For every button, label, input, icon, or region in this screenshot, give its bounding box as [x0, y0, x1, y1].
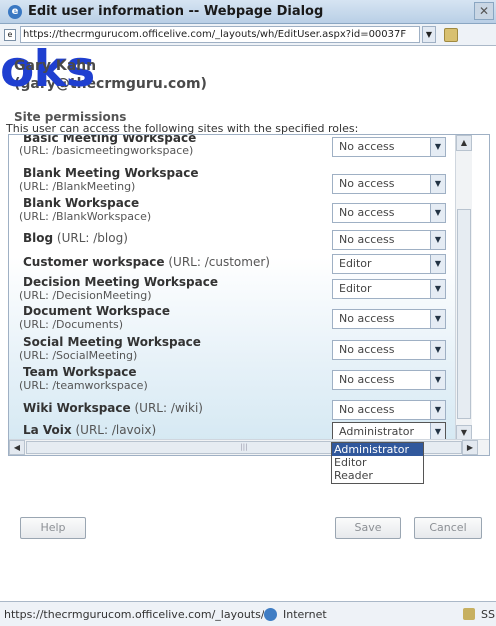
site-name: Decision Meeting Workspace [23, 275, 218, 289]
site-url: (URL: /DecisionMeeting) [19, 289, 152, 302]
role-select[interactable]: No access ▼ [332, 309, 446, 329]
chevron-down-icon[interactable]: ▼ [430, 231, 445, 249]
role-select[interactable]: Editor ▼ [332, 254, 446, 274]
lock-icon[interactable] [444, 27, 458, 42]
role-option[interactable]: Editor [332, 456, 423, 469]
site-url: (URL: /BlankMeeting) [19, 180, 136, 193]
site-permissions-scroll-area: Basic Meeting Workspace (URL: /basicmeet… [9, 135, 472, 441]
site-url: (URL: /wiki) [134, 401, 203, 415]
site-url: (URL: /SocialMeeting) [19, 349, 138, 362]
chevron-down-icon[interactable]: ▼ [430, 138, 445, 156]
role-select[interactable]: Editor ▼ [332, 279, 446, 299]
save-button[interactable]: Save [335, 517, 401, 539]
arrow-up-icon[interactable]: ▲ [456, 135, 472, 151]
chevron-down-icon[interactable]: ▼ [430, 175, 445, 193]
role-select[interactable]: No access ▼ [332, 137, 446, 157]
chevron-down-icon[interactable]: ▼ [422, 26, 436, 43]
site-url: (URL: /BlankWorkspace) [19, 210, 152, 223]
role-select[interactable]: No access ▼ [332, 400, 446, 420]
site-name: Blank Meeting Workspace [23, 166, 199, 180]
site-name: Customer workspace (URL: /customer) [23, 255, 270, 269]
role-select[interactable]: No access ▼ [332, 230, 446, 250]
site-url: (URL: /basicmeetingworkspace) [19, 144, 194, 157]
site-url: (URL: /teamworkspace) [19, 379, 148, 392]
help-button[interactable]: Help [20, 517, 86, 539]
site-name: Blank Workspace [23, 196, 140, 210]
arrow-right-icon[interactable]: ▶ [462, 440, 478, 455]
window-title: Edit user information -- Webpage Dialog [28, 4, 324, 19]
site-name: Wiki Workspace (URL: /wiki) [23, 401, 203, 415]
site-url: (URL: /customer) [168, 255, 270, 269]
role-option[interactable]: Administrator [332, 443, 423, 456]
scroll-thumb[interactable] [457, 209, 471, 419]
chevron-down-icon[interactable]: ▼ [430, 255, 445, 273]
globe-icon [264, 607, 277, 621]
page-icon: e [4, 28, 16, 41]
cancel-button[interactable]: Cancel [414, 517, 482, 539]
chevron-down-icon[interactable]: ▼ [430, 204, 445, 222]
lock-icon [463, 608, 475, 620]
chevron-down-icon[interactable]: ▼ [430, 341, 445, 359]
role-select[interactable]: No access ▼ [332, 174, 446, 194]
chevron-down-icon[interactable]: ▼ [430, 310, 445, 328]
site-url: (URL: /blog) [56, 231, 128, 245]
role-select[interactable]: No access ▼ [332, 203, 446, 223]
user-name: Gary Kahn [14, 58, 97, 74]
chevron-down-icon[interactable]: ▼ [430, 371, 445, 389]
ie-icon: e [8, 4, 22, 19]
role-option[interactable]: Reader [332, 469, 423, 482]
role-select[interactable]: No access ▼ [332, 370, 446, 390]
role-dropdown-list[interactable]: Administrator Editor Reader [331, 442, 424, 484]
decor-brand-text: Drop [285, 554, 386, 594]
chevron-down-icon[interactable]: ▼ [430, 280, 445, 298]
site-name: Team Workspace [23, 365, 137, 379]
site-url: (URL: /Documents) [19, 318, 124, 331]
site-name: Document Workspace [23, 304, 170, 318]
window-titlebar: e Edit user information -- Webpage Dialo… [0, 0, 496, 24]
zoom-level: SS [481, 607, 495, 621]
site-permissions-list: Basic Meeting Workspace (URL: /basicmeet… [8, 134, 490, 456]
status-bar: https://thecrmgurucom.officelive.com/_la… [0, 601, 496, 626]
vertical-scrollbar[interactable]: ▲ ▼ [455, 135, 472, 441]
close-icon[interactable]: ✕ [474, 2, 494, 20]
decor-stripe [246, 470, 251, 600]
status-url: https://thecrmgurucom.officelive.com/_la… [4, 607, 264, 621]
site-url: (URL: /lavoix) [75, 423, 157, 437]
arrow-left-icon[interactable]: ◀ [9, 440, 25, 455]
role-select[interactable]: No access ▼ [332, 340, 446, 360]
site-name: La Voix (URL: /lavoix) [23, 423, 157, 437]
site-name: Social Meeting Workspace [23, 335, 201, 349]
chevron-down-icon[interactable]: ▼ [430, 401, 445, 419]
site-name: Blog (URL: /blog) [23, 231, 128, 245]
security-zone: Internet [283, 607, 327, 621]
